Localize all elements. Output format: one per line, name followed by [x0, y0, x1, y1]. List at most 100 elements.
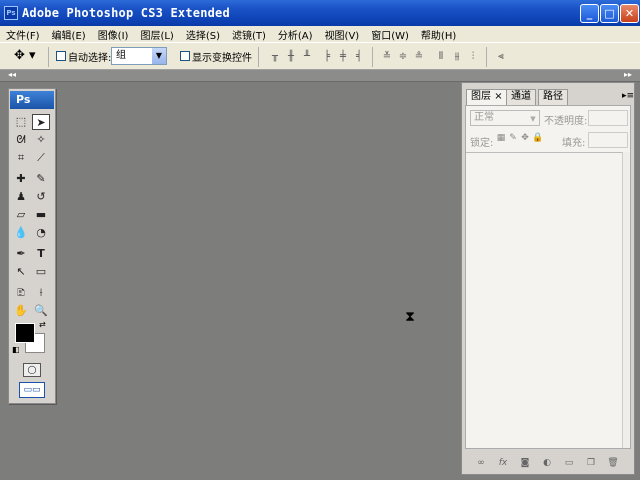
type-tool-icon[interactable]: T: [32, 246, 50, 262]
align-left-icon[interactable]: ╞: [320, 51, 334, 63]
magic-wand-tool-icon[interactable]: ✧: [32, 132, 50, 148]
default-colors-icon[interactable]: ◧: [12, 345, 20, 354]
healing-brush-tool-icon[interactable]: ✚: [12, 171, 30, 187]
lock-image-icon[interactable]: ✎: [508, 133, 518, 145]
clone-stamp-tool-icon[interactable]: ♟: [12, 189, 30, 205]
blend-mode-value: 正常: [474, 112, 494, 123]
panel-menu-icon[interactable]: ▸≡: [622, 91, 634, 101]
lock-label: 锁定:: [470, 138, 494, 149]
ps-badge[interactable]: Ps: [10, 91, 54, 109]
auto-align-layers-icon[interactable]: ⫷: [494, 51, 508, 63]
layers-panel: 图层 × 通道 路径 ▸≡ 正常 ▼ 不透明度: 锁定: ▦ ✎ ✥ 🔒 填充:…: [461, 82, 635, 475]
menu-edit[interactable]: 编辑(E): [52, 27, 86, 42]
align-vcenter-icon[interactable]: ╫: [284, 51, 298, 63]
menu-layer[interactable]: 图层(L): [140, 27, 173, 42]
layer-mask-icon[interactable]: ◙: [518, 456, 532, 470]
delete-layer-icon[interactable]: 🗑: [606, 456, 620, 470]
notes-tool-icon[interactable]: 🗈: [12, 285, 30, 301]
lasso-tool-icon[interactable]: ᘛ: [12, 132, 30, 148]
dist-left-icon[interactable]: ⫴: [434, 51, 448, 63]
align-top-icon[interactable]: ╥: [268, 51, 282, 63]
move-tool-icon[interactable]: ➤: [32, 114, 50, 130]
screen-mode-icon[interactable]: ▭▭: [19, 382, 45, 398]
foreground-color-swatch[interactable]: [15, 323, 35, 343]
dock-strip: [0, 70, 640, 82]
marquee-tool-icon[interactable]: ⬚: [12, 114, 30, 130]
align-bottom-icon[interactable]: ╨: [300, 51, 314, 63]
eraser-tool-icon[interactable]: ▱: [12, 207, 30, 223]
zoom-tool-icon[interactable]: 🔍: [32, 303, 50, 319]
panel-tabs: 图层 × 通道 路径: [462, 89, 634, 105]
collapse-right-icon[interactable]: ▸▸: [624, 70, 632, 79]
shape-tool-icon[interactable]: ▭: [32, 264, 50, 280]
maximize-button[interactable]: □: [600, 4, 619, 23]
menu-filter[interactable]: 滤镜(T): [232, 27, 266, 42]
gradient-tool-icon[interactable]: ▬: [32, 207, 50, 223]
lock-transparency-icon[interactable]: ▦: [496, 133, 506, 145]
eyedropper-tool-icon[interactable]: ⟊: [32, 285, 50, 301]
layer-list[interactable]: [466, 152, 622, 448]
swap-colors-icon[interactable]: ⇄: [39, 320, 46, 329]
menu-bar: 文件(F) 编辑(E) 图像(I) 图层(L) 选择(S) 滤镜(T) 分析(A…: [0, 26, 640, 42]
tab-layers[interactable]: 图层 ×: [466, 89, 508, 105]
dist-bottom-icon[interactable]: ≗: [412, 51, 426, 63]
dist-hcenter-icon[interactable]: ⫵: [450, 51, 464, 63]
menu-select[interactable]: 选择(S): [186, 27, 220, 42]
history-brush-tool-icon[interactable]: ↺: [32, 189, 50, 205]
separator: [258, 47, 259, 67]
chevron-down-icon[interactable]: ▼: [152, 48, 166, 64]
align-hcenter-icon[interactable]: ╪: [336, 51, 350, 63]
menu-window[interactable]: 窗口(W): [371, 27, 409, 42]
move-tool-icon[interactable]: ✥ ▾: [14, 48, 42, 66]
tab-paths[interactable]: 路径: [538, 89, 568, 105]
auto-select-dropdown[interactable]: 组 ▼: [111, 47, 167, 65]
auto-select-checkbox[interactable]: [56, 51, 66, 61]
blur-tool-icon[interactable]: 💧: [12, 225, 30, 241]
pen-tool-icon[interactable]: ✒: [12, 246, 30, 262]
hourglass-cursor-icon: ⧗: [405, 309, 415, 325]
lock-all-icon[interactable]: 🔒: [532, 133, 543, 145]
toolbox: Ps ⬚ ➤ ᘛ ✧ ⌗ ⟋ ✚ ✎ ♟ ↺ ▱ ▬ 💧 ◔ ✒ T ↖ ▭ 🗈…: [8, 88, 56, 404]
minimize-button[interactable]: _: [580, 4, 599, 23]
fill-field[interactable]: [588, 132, 628, 148]
title-bar[interactable]: Ps Adobe Photoshop CS3 Extended _ □ ✕: [0, 0, 640, 26]
separator: [486, 47, 487, 67]
brush-tool-icon[interactable]: ✎: [32, 171, 50, 187]
adjustment-layer-icon[interactable]: ◐: [540, 456, 554, 470]
dist-vcenter-icon[interactable]: ≑: [396, 51, 410, 63]
fill-label: 填充:: [562, 138, 586, 149]
lock-position-icon[interactable]: ✥: [520, 133, 530, 145]
menu-analysis[interactable]: 分析(A): [278, 27, 313, 42]
menu-view[interactable]: 视图(V): [325, 27, 360, 42]
quick-mask-icon[interactable]: ◯: [23, 363, 41, 377]
panel-footer: ∞ fx ◙ ◐ ▭ ❐ 🗑: [462, 453, 634, 473]
opacity-label: 不透明度:: [544, 116, 588, 127]
dist-right-icon[interactable]: ⫶: [466, 51, 480, 63]
align-right-icon[interactable]: ╡: [352, 51, 366, 63]
link-layers-icon[interactable]: ∞: [474, 456, 488, 470]
fx-icon[interactable]: fx: [496, 456, 510, 470]
dist-top-icon[interactable]: ≚: [380, 51, 394, 63]
collapse-left-icon[interactable]: ◂◂: [8, 70, 16, 79]
blend-mode-dropdown[interactable]: 正常 ▼: [470, 110, 540, 126]
tab-channels[interactable]: 通道: [506, 89, 536, 105]
layer-list-scrollbar[interactable]: [622, 152, 630, 448]
path-selection-tool-icon[interactable]: ↖: [12, 264, 30, 280]
slice-tool-icon[interactable]: ⟋: [32, 150, 50, 166]
new-layer-icon[interactable]: ❐: [584, 456, 598, 470]
app-logo-icon: Ps: [4, 6, 18, 20]
hand-tool-icon[interactable]: ✋: [12, 303, 30, 319]
chevron-down-icon[interactable]: ▼: [528, 112, 538, 124]
close-icon[interactable]: ×: [494, 91, 502, 102]
auto-select-value: 组: [116, 50, 126, 61]
menu-help[interactable]: 帮助(H): [421, 27, 456, 42]
dodge-tool-icon[interactable]: ◔: [32, 225, 50, 241]
close-button[interactable]: ✕: [620, 4, 639, 23]
tab-label: 图层: [471, 91, 491, 102]
crop-tool-icon[interactable]: ⌗: [12, 150, 30, 166]
opacity-field[interactable]: [588, 110, 628, 126]
new-group-icon[interactable]: ▭: [562, 456, 576, 470]
menu-file[interactable]: 文件(F): [6, 27, 40, 42]
show-transform-checkbox[interactable]: [180, 51, 190, 61]
menu-image[interactable]: 图像(I): [98, 27, 129, 42]
